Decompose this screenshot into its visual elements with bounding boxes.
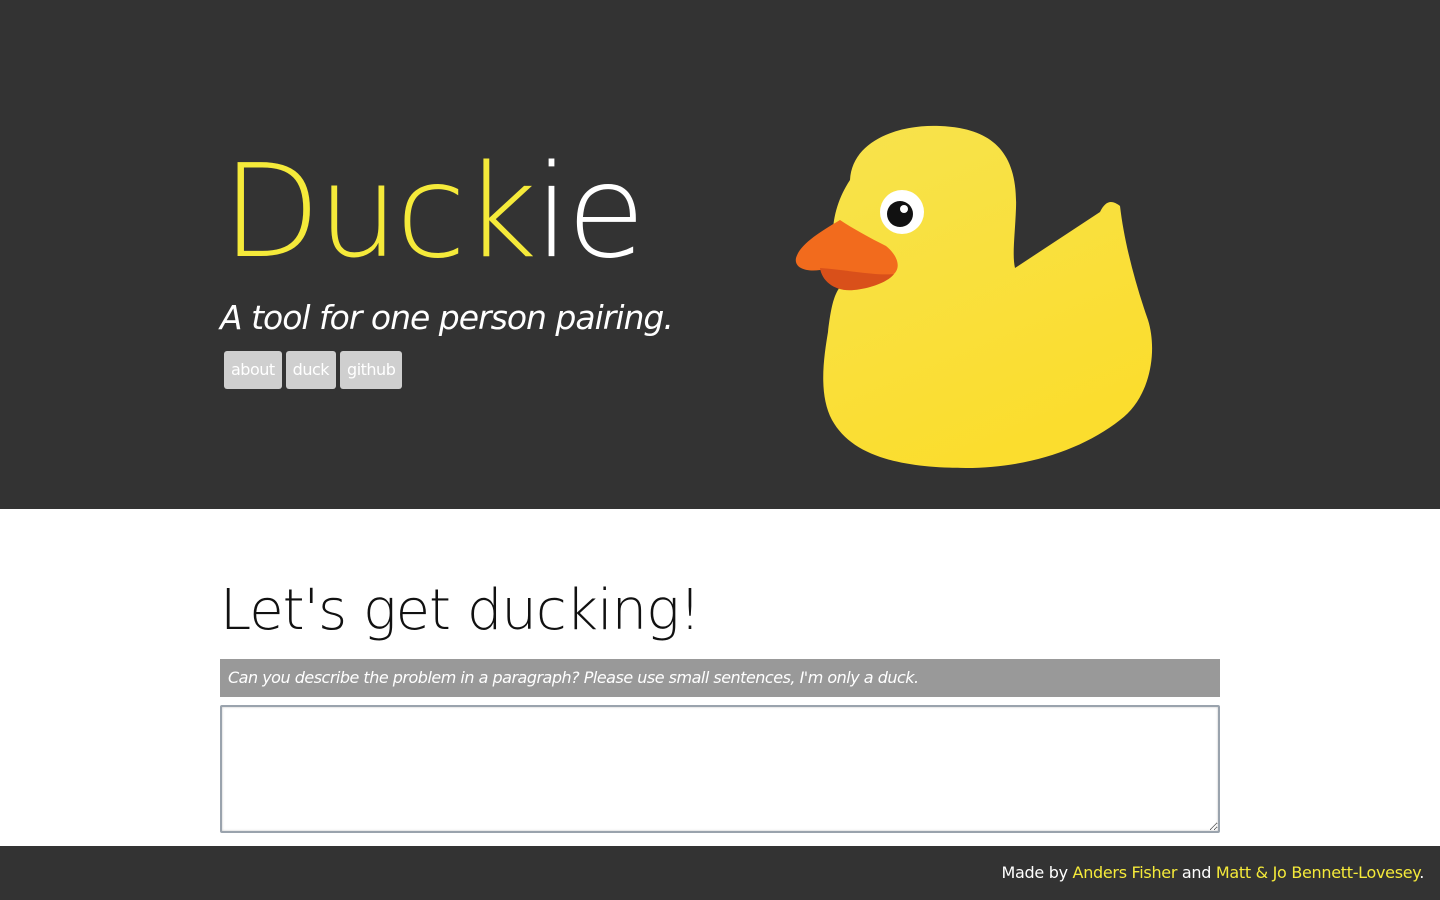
tagline: A tool for one person pairing. xyxy=(220,298,674,337)
main-nav: about duck github xyxy=(224,351,403,389)
duck-eye-shine xyxy=(900,205,908,213)
hero-banner: Duckie A tool for one person pairing. ab… xyxy=(0,0,1440,509)
author-link-anders[interactable]: Anders Fisher xyxy=(1073,863,1178,882)
nav-about-button[interactable]: about xyxy=(224,351,282,389)
period-label: . xyxy=(1419,863,1424,882)
question-prompt: Can you describe the problem in a paragr… xyxy=(220,659,1220,697)
duck-body xyxy=(823,125,1153,468)
page-title: Let's get ducking! xyxy=(220,578,701,643)
footer: Made by Anders Fisher and Matt & Jo Benn… xyxy=(0,846,1440,900)
nav-github-button[interactable]: github xyxy=(340,351,403,389)
author-link-bennett-lovesey[interactable]: Matt & Jo Bennett-Lovesey xyxy=(1216,863,1420,882)
problem-description-input[interactable] xyxy=(220,705,1220,833)
brand-duck-text: Duck xyxy=(222,138,537,287)
duck-eye-pupil xyxy=(887,201,913,227)
made-by-label: Made by xyxy=(1001,863,1069,882)
footer-credits: Made by Anders Fisher and Matt & Jo Benn… xyxy=(1001,863,1425,882)
site-logo: Duckie xyxy=(222,138,646,288)
nav-duck-button[interactable]: duck xyxy=(285,351,337,389)
and-label: and xyxy=(1181,863,1212,882)
brand-ie-text: ie xyxy=(534,138,645,287)
rubber-duck-icon xyxy=(795,125,1153,468)
